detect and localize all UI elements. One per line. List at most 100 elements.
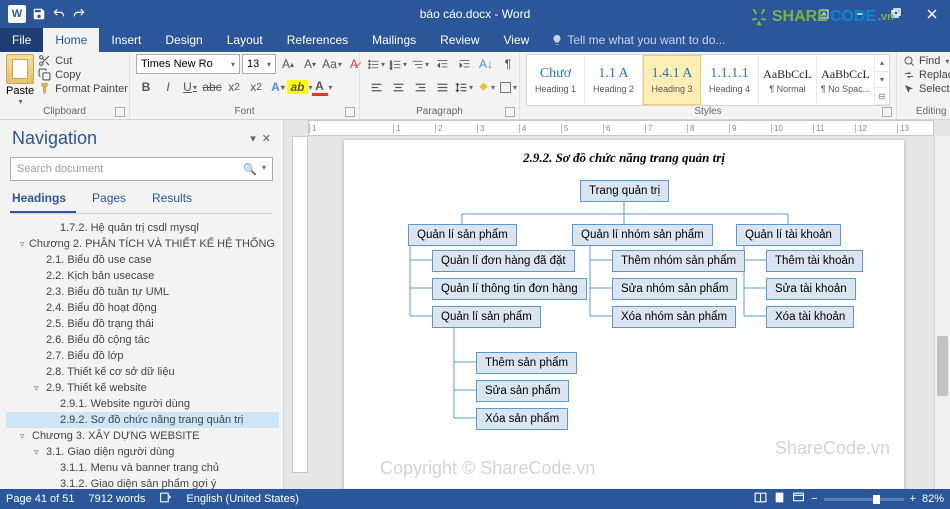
superscript-button[interactable]: x2 [246,77,266,97]
search-options-icon[interactable]: ▾ [262,163,266,176]
tell-me[interactable]: Tell me what you want to do... [551,28,725,52]
nav-tree-node[interactable]: ▿Chương 2. PHÂN TÍCH VÀ THIẾT KẾ HỆ THỐN… [6,236,279,252]
highlight-button[interactable]: ab▾ [290,77,310,97]
numbering-button[interactable]: 123▾ [388,54,408,74]
align-center-button[interactable] [388,77,408,97]
nav-tree-node[interactable]: 2.9.1. Website người dùng [6,396,279,412]
nav-dropdown-icon[interactable]: ▾ [250,132,256,145]
tab-home[interactable]: Home [43,28,99,52]
status-language[interactable]: English (United States) [186,493,299,505]
multilevel-list-button[interactable]: ▾ [410,54,430,74]
justify-button[interactable] [432,77,452,97]
find-button[interactable]: Find▾ [903,54,950,68]
status-spellcheck-icon[interactable] [159,491,172,507]
close-button[interactable] [914,0,950,28]
paste-button[interactable]: Paste ▾ [6,54,34,106]
style-heading-3[interactable]: 1.4.1 AHeading 3 [643,55,701,105]
tab-references[interactable]: References [275,28,360,52]
undo-icon[interactable] [52,7,66,21]
subscript-button[interactable]: x2 [224,77,244,97]
clipboard-dialog-launcher[interactable] [115,107,125,117]
change-case-button[interactable]: Aa▾ [322,54,342,74]
paragraph-dialog-launcher[interactable] [505,107,515,117]
align-left-button[interactable] [366,77,386,97]
strikethrough-button[interactable]: abc [202,77,222,97]
grow-font-button[interactable]: A▴ [278,54,298,74]
tab-layout[interactable]: Layout [215,28,275,52]
nav-tree-node[interactable]: ▿2.9. Thiết kế website [6,380,279,396]
tab-mailings[interactable]: Mailings [360,28,428,52]
nav-tree-node[interactable]: 2.6. Biểu đồ cộng tác [6,332,279,348]
scroll-thumb[interactable] [937,336,948,396]
nav-tree-node[interactable]: 2.1. Biểu đồ use case [6,252,279,268]
copy-button[interactable]: Copy [38,68,128,81]
format-painter-button[interactable]: Format Painter [38,82,128,95]
font-name-combo[interactable]: Times New Ro▾ [136,54,240,74]
view-read-mode-button[interactable] [754,491,767,507]
show-hide-button[interactable]: ¶ [498,54,518,74]
vertical-ruler[interactable] [292,136,308,473]
bullets-button[interactable]: ▾ [366,54,386,74]
status-page[interactable]: Page 41 of 51 [6,493,75,505]
font-size-combo[interactable]: 13▾ [242,54,276,74]
styles-dialog-launcher[interactable] [882,107,892,117]
style-no-spacing[interactable]: AaBbCcL¶ No Spac... [817,55,875,105]
line-spacing-button[interactable]: ▾ [454,77,474,97]
style-normal[interactable]: AaBbCcL¶ Normal [759,55,817,105]
nav-tab-results[interactable]: Results [150,187,202,213]
style-heading-2[interactable]: 1.1 AHeading 2 [585,55,643,105]
font-color-button[interactable]: A▾ [312,77,332,97]
status-words[interactable]: 7912 words [89,493,146,505]
nav-tree-node[interactable]: 2.2. Kịch bản usecase [6,268,279,284]
zoom-in-button[interactable]: + [910,493,916,505]
nav-tree-node[interactable]: 2.8. Thiết kế cơ sở dữ liệu [6,364,279,380]
vertical-scrollbar[interactable] [934,136,950,489]
bold-button[interactable]: B [136,77,156,97]
tab-view[interactable]: View [492,28,542,52]
underline-button[interactable]: U▾ [180,77,200,97]
tab-insert[interactable]: Insert [99,28,153,52]
horizontal-ruler[interactable]: 11234567891011121314151617 [308,120,934,136]
nav-search-input[interactable]: Search document 🔍▾ [10,157,273,181]
redo-icon[interactable] [72,7,86,21]
nav-tab-headings[interactable]: Headings [10,187,76,213]
gallery-up-icon[interactable]: ▴ [875,55,889,72]
italic-button[interactable]: I [158,77,178,97]
document-page[interactable]: 2.9.2. Sơ đồ chức năng trang quản trị [344,140,904,489]
zoom-slider[interactable] [824,498,904,501]
nav-tab-pages[interactable]: Pages [90,187,136,213]
font-dialog-launcher[interactable] [345,107,355,117]
nav-tree-node[interactable]: 2.5. Biểu đồ trạng thái [6,316,279,332]
nav-tree-node[interactable]: 2.3. Biểu đồ tuần tự UML [6,284,279,300]
text-effects-button[interactable]: A▾ [268,77,288,97]
shrink-font-button[interactable]: A▾ [300,54,320,74]
decrease-indent-button[interactable] [432,54,452,74]
zoom-level[interactable]: 82% [922,493,944,505]
save-icon[interactable] [32,7,46,21]
tab-review[interactable]: Review [428,28,491,52]
view-print-layout-button[interactable] [773,491,786,507]
nav-tree-node[interactable]: 1.7.2. Hệ quản trị csdl mysql [6,220,279,236]
borders-button[interactable]: ▾ [498,77,518,97]
nav-tree-node[interactable]: ▿Chương 3. XÂY DỰNG WEBSITE [6,428,279,444]
shading-button[interactable]: ▾ [476,77,496,97]
align-right-button[interactable] [410,77,430,97]
view-web-layout-button[interactable] [792,491,805,507]
nav-tree-node[interactable]: 3.1.2. Giao diện sản phẩm gợi ý [6,476,279,489]
nav-close-button[interactable]: ✕ [262,132,271,145]
zoom-out-button[interactable]: − [811,493,817,505]
nav-tree-node[interactable]: 2.9.2. Sơ đồ chức năng trang quản trị [6,412,279,428]
cut-button[interactable]: Cut [38,54,128,67]
nav-tree-node[interactable]: ▿3.1. Giao diện người dùng [6,444,279,460]
nav-tree-node[interactable]: 2.4. Biểu đồ hoạt động [6,300,279,316]
style-heading-4[interactable]: 1.1.1.1Heading 4 [701,55,759,105]
tab-file[interactable]: File [0,28,43,52]
select-button[interactable]: Select▾ [903,82,950,96]
replace-button[interactable]: Replace [903,68,950,82]
gallery-expand-icon[interactable]: ⊟ [875,88,889,105]
gallery-down-icon[interactable]: ▾ [875,72,889,89]
increase-indent-button[interactable] [454,54,474,74]
style-heading-1[interactable]: ChươHeading 1 [527,55,585,105]
tab-design[interactable]: Design [153,28,214,52]
nav-tree-node[interactable]: 2.7. Biểu đồ lớp [6,348,279,364]
